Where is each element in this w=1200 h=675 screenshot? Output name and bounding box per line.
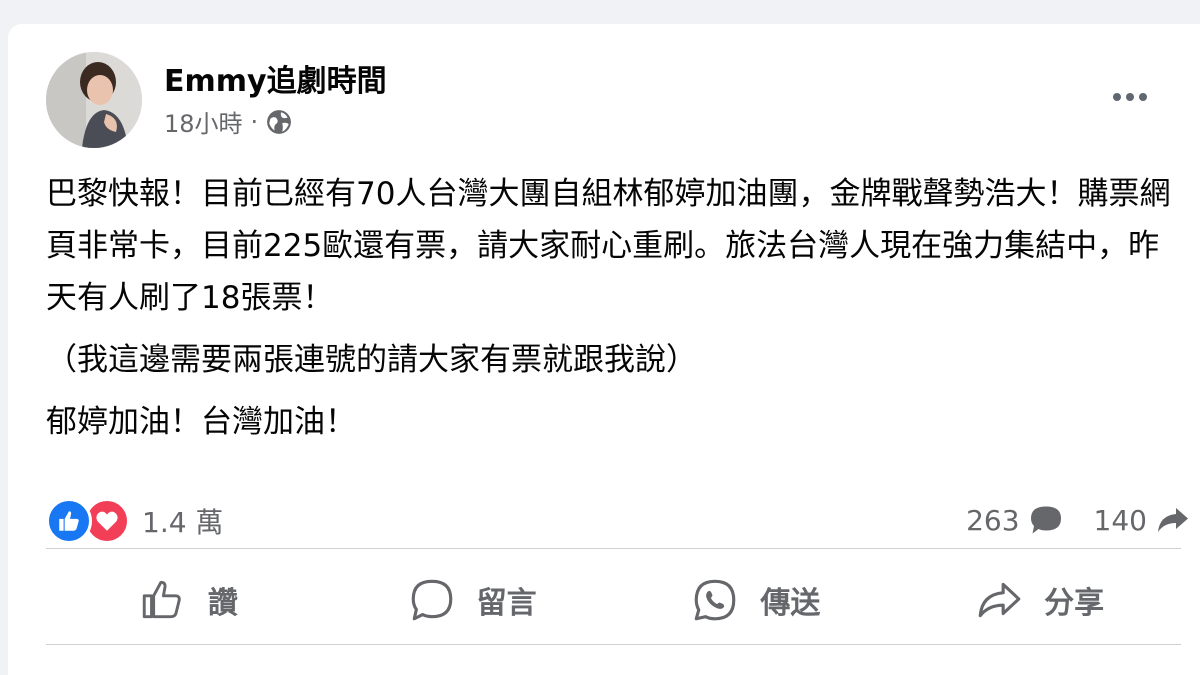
post-card: Emmy追劇時間 18小時 · 巴黎快報！目前已經有70人台灣大團自組林郁婷加油… <box>8 24 1200 675</box>
globe-icon[interactable] <box>266 109 292 135</box>
comment-button[interactable]: 留言 <box>330 572 614 628</box>
comment-label: 留言 <box>476 586 537 621</box>
thumbs-up-icon <box>142 580 181 619</box>
avatar-photo <box>46 52 142 148</box>
post-meta: 18小時 · <box>164 104 292 139</box>
share-arrow-icon <box>1158 508 1188 532</box>
share-label: 分享 <box>1044 586 1105 621</box>
post-time[interactable]: 18小時 <box>164 104 243 139</box>
send-button[interactable]: 傳送 <box>614 572 898 628</box>
shares-count: 140 <box>1093 503 1147 537</box>
divider <box>46 548 1181 549</box>
post-header: Emmy追劇時間 18小時 · <box>46 52 1156 152</box>
like-button[interactable]: 讚 <box>46 572 330 628</box>
engagement-counts: 263 140 <box>946 502 1191 538</box>
post-stats: 1.4 萬 263 140 <box>46 494 1191 550</box>
like-reaction-icon <box>46 498 92 544</box>
like-label: 讚 <box>207 586 238 621</box>
comments-count: 263 <box>966 503 1020 537</box>
send-label: 傳送 <box>760 586 821 621</box>
post-body: 巴黎快報！目前已經有70人台灣大團自組林郁婷加油團，金牌戰聲勢浩大！購票網頁非常… <box>46 168 1186 448</box>
share-button[interactable]: 分享 <box>897 572 1181 628</box>
post-paragraph: 巴黎快報！目前已經有70人台灣大團自組林郁婷加油團，金牌戰聲勢浩大！購票網頁非常… <box>46 176 1171 316</box>
avatar[interactable] <box>46 52 142 148</box>
comment-bubble-icon <box>1030 506 1061 534</box>
more-dot <box>1113 93 1121 101</box>
post-paragraph: 郁婷加油！台灣加油！ <box>46 404 356 440</box>
meta-separator: · <box>250 107 259 136</box>
divider <box>46 644 1181 645</box>
comments-count-link[interactable]: 263 <box>966 502 1063 538</box>
reactions-summary[interactable]: 1.4 萬 <box>46 498 223 544</box>
comment-icon <box>411 579 452 621</box>
post-paragraph: （我這邊需要兩張連號的請大家有票就跟我說） <box>46 342 697 378</box>
reactions-count[interactable]: 1.4 萬 <box>142 501 223 541</box>
more-dot <box>1126 93 1134 101</box>
post-actions-bar: 讚 留言 傳送 分享 <box>46 572 1181 628</box>
more-options-button[interactable] <box>1100 82 1160 112</box>
more-dot <box>1139 93 1147 101</box>
shares-count-link[interactable]: 140 <box>1094 502 1191 538</box>
share-icon <box>978 582 1021 618</box>
whatsapp-icon <box>695 579 736 621</box>
author-name[interactable]: Emmy追劇時間 <box>164 56 387 100</box>
